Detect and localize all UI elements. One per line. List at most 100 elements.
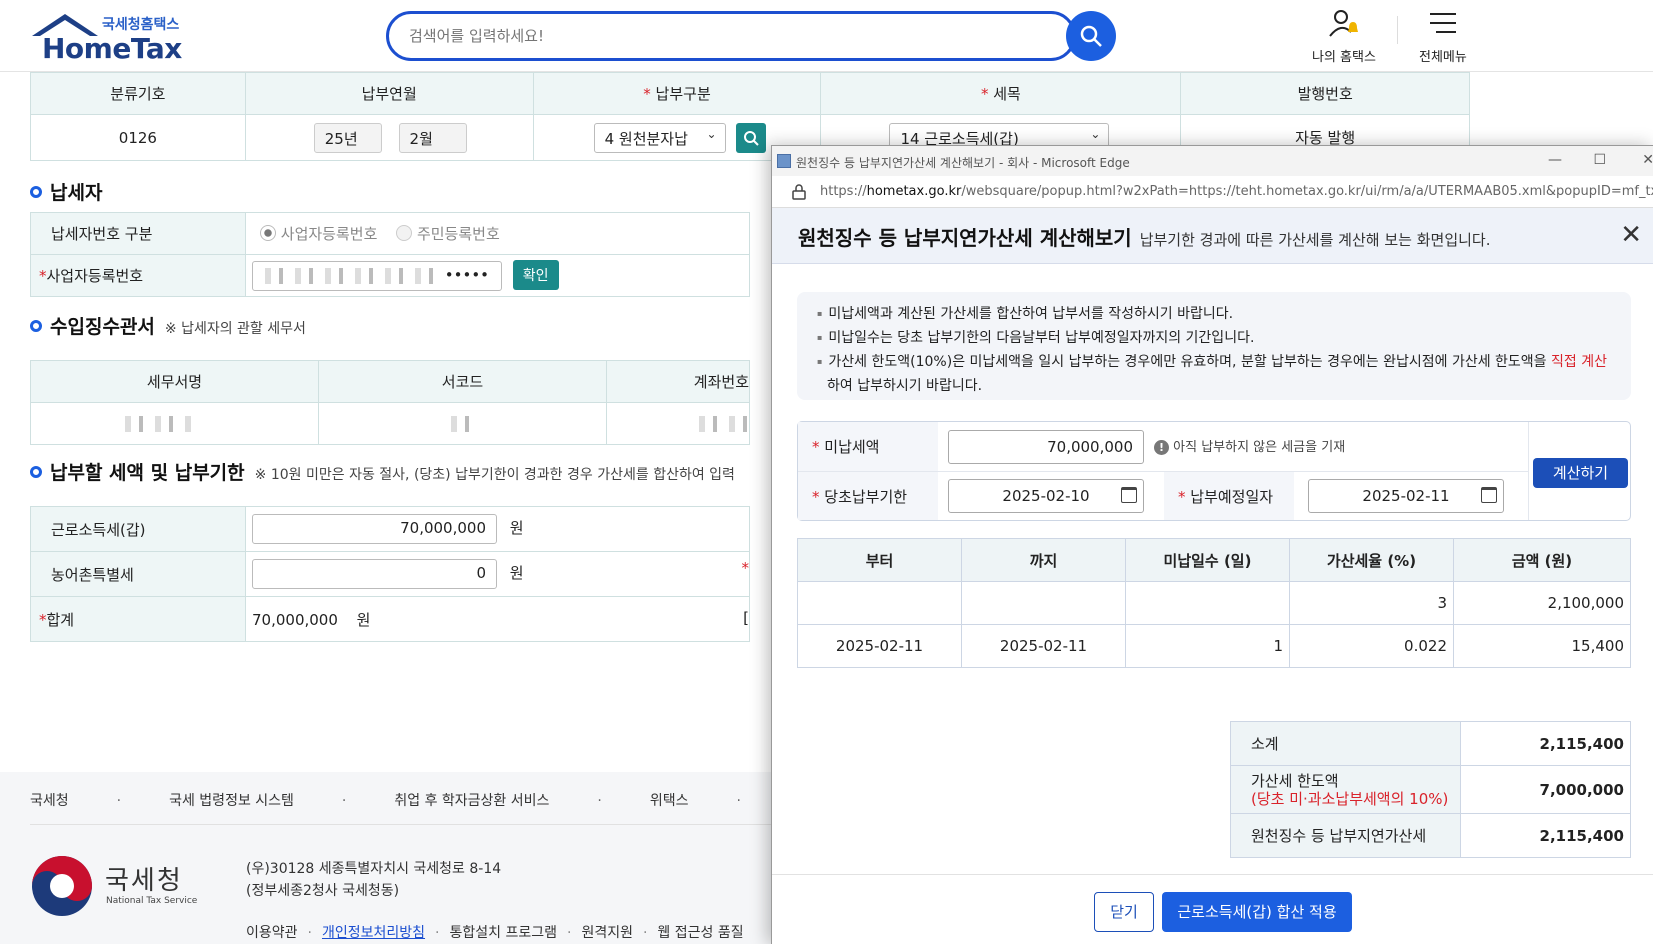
search-icon [1080, 25, 1102, 47]
all-menu-label: 전체메뉴 [1419, 50, 1467, 65]
table-row: 3 2,100,000 [797, 581, 1631, 625]
footer-link-accessibility[interactable]: 웹 접근성 품질 [657, 925, 743, 941]
url-text: https://hometax.go.kr/websquare/popup.ht… [820, 184, 1653, 199]
month-field[interactable]: 2월 [398, 122, 467, 153]
confirm-button[interactable]: 확인 [512, 260, 559, 290]
amount-section-title: 납부할 세액 및 납부기한 ※ 10원 미만은 자동 절사, (당초) 납부기한이… [30, 458, 735, 485]
logo-title: HomeTax [42, 32, 182, 65]
total-cell: 70,000,000 원[ [245, 596, 750, 642]
farm-tax-input[interactable]: 0 [252, 559, 497, 589]
summary-table: 소계 2,115,400 가산세 한도액 (당초 미·과소납부세액의 10%) 7… [1230, 721, 1631, 858]
logo-subtitle: 국세청홈택스 [102, 17, 180, 33]
apply-button[interactable]: 근로소득세(갑) 합산 적용 [1162, 892, 1352, 932]
minimize-icon[interactable]: — [1548, 152, 1562, 168]
unpaid-hint: ! 아직 납부하지 않은 세금을 기재 [1154, 436, 1345, 455]
total-label: *합계 [30, 596, 246, 642]
subtotal-value: 2,115,400 [1460, 721, 1631, 766]
nts-name: 국세청 [105, 866, 183, 896]
radio-resident[interactable]: 주민등록번호 [396, 225, 500, 243]
calculation-form: * 미납세액 70,000,000 ! 아직 납부하지 않은 세금을 기재 * … [797, 421, 1631, 521]
taxpayer-section-title: 납세자 [30, 178, 102, 205]
orig-due-label: * 당초납부기한 [812, 488, 908, 506]
window-close-icon[interactable]: ✕ [1642, 152, 1653, 168]
footer-link-nts[interactable]: 국세청 [30, 793, 69, 809]
limit-value: 7,000,000 [1460, 765, 1631, 814]
office-code-cell [318, 402, 607, 445]
won-unit: 원 [356, 610, 371, 629]
calendar-icon [1121, 487, 1137, 503]
search-input[interactable] [409, 24, 1009, 48]
popup-header: 원천징수 등 납부지연가산세 계산해보기 납부기한 경과에 따른 가산세를 계산해… [772, 208, 1653, 264]
site-header: 국세청홈택스 HomeTax 나의 홈택스 전체메뉴 [0, 0, 1653, 72]
search-icon [744, 130, 760, 146]
header-divider [1397, 16, 1398, 44]
calculate-button[interactable]: 계산하기 [1533, 458, 1628, 488]
user-bell-icon [1329, 10, 1358, 37]
account-no-cell [606, 402, 750, 445]
id-type-label: 납세자번호 구분 [30, 212, 246, 255]
blurred-office-name [125, 416, 195, 432]
bizno-cell: ••••• 확인 [245, 254, 750, 297]
header-amount: 금액 (원) [1453, 538, 1631, 582]
notice-item: 가산세 한도액(10%)은 미납세액을 일시 납부하는 경우에만 유효하며, 분… [817, 350, 1611, 398]
search-button[interactable] [1066, 11, 1116, 61]
footer-link-privacy[interactable]: 개인정보처리방침 [322, 925, 425, 941]
blurred-office-code [450, 416, 475, 432]
window-titlebar[interactable]: 원천징수 등 납부지연가산세 계산해보기 - 회사 - Microsoft Ed… [772, 146, 1653, 176]
taxpayer-table: 납세자번호 구분 사업자등록번호 주민등록번호 *사업자등록번호 ••••• 확… [30, 212, 750, 297]
window-title: 원천징수 등 납부지연가산세 계산해보기 - 회사 - Microsoft Ed… [796, 156, 1130, 170]
pay-type-search-button[interactable] [736, 122, 767, 153]
farm-tax-label: 농어촌특별세 [30, 551, 246, 597]
maximize-icon[interactable]: ☐ [1593, 152, 1606, 168]
hometax-logo[interactable]: 국세청홈택스 HomeTax [30, 12, 190, 65]
nts-address: (우)30128 세종특별자치시 국세청로 8-14 (정부세종2청사 국세청동… [246, 861, 502, 899]
final-penalty-value: 2,115,400 [1460, 813, 1631, 858]
bullet-icon [30, 320, 42, 332]
footer-link-student-loan[interactable]: 취업 후 학자금상환 서비스 [394, 793, 549, 809]
footer-link-install[interactable]: 통합설치 프로그램 [449, 925, 557, 941]
pay-month-cell: 25년 2월 [244, 114, 534, 161]
all-menu-button[interactable]: 전체메뉴 [1419, 8, 1467, 65]
header-days: 미납일수 (일) [1125, 538, 1290, 582]
planned-date-input[interactable]: 2025-02-11 [1308, 479, 1504, 513]
year-field[interactable]: 25년 [313, 122, 382, 153]
subtotal-label: 소계 [1230, 721, 1461, 766]
header-from: 부터 [797, 538, 962, 582]
bullet-icon [30, 186, 42, 198]
my-hometax-label: 나의 홈택스 [1312, 50, 1376, 65]
calendar-icon [1481, 487, 1497, 503]
footer-link-remote[interactable]: 원격지원 [581, 925, 633, 941]
chevron-down-icon: ⌄ [1090, 126, 1101, 141]
my-hometax-button[interactable]: 나의 홈택스 [1312, 8, 1376, 65]
header-to: 까지 [961, 538, 1126, 582]
popup-title: 원천징수 등 납부지연가산세 계산해보기 납부기한 경과에 따른 가산세를 계산해… [798, 226, 1491, 250]
notice-item: 미납일수는 당초 납부기한의 다음날부터 납부예정일자까지의 기간입니다. [817, 326, 1611, 350]
header-tax-item: * 세목 [820, 72, 1182, 115]
address-bar[interactable]: https://hometax.go.kr/websquare/popup.ht… [772, 176, 1653, 208]
close-button[interactable]: 닫기 [1094, 892, 1154, 932]
footer-link-law[interactable]: 국세 법령정보 시스템 [169, 793, 294, 809]
info-icon: ! [1154, 440, 1169, 455]
unpaid-label: * 미납세액 [812, 438, 880, 456]
footer-link-terms[interactable]: 이용약관 [246, 925, 298, 941]
table-row: 2025-02-11 2025-02-11 1 0.022 15,400 [797, 624, 1631, 668]
class-code-value: 0126 [30, 114, 246, 161]
office-section-title: 수입징수관서 ※ 납세자의 관할 세무서 [30, 312, 306, 339]
unpaid-input[interactable]: 70,000,000 [948, 430, 1144, 464]
planned-date-label: * 납부예정일자 [1178, 488, 1274, 506]
radio-business[interactable]: 사업자등록번호 [260, 225, 377, 243]
orig-due-input[interactable]: 2025-02-10 [948, 479, 1144, 513]
header-issue-no: 발행번호 [1180, 72, 1470, 115]
footer-link-wetax[interactable]: 위택스 [650, 793, 689, 809]
office-table: 세무서명 서코드 계좌번호 [30, 360, 750, 445]
search-box[interactable] [386, 11, 1076, 61]
close-icon[interactable]: ✕ [1620, 222, 1642, 248]
pay-type-select[interactable]: 4 원천분자납 ⌄ [593, 122, 726, 153]
footer-bottom-links: 이용약관 · 개인정보처리방침 · 통합설치 프로그램 · 원격지원 · 웹 접근성 품질 [246, 925, 744, 941]
header-rate: 가산세율 (%) [1289, 538, 1454, 582]
labor-tax-input[interactable]: 70,000,000 [252, 514, 497, 544]
footer-links: 국세청·국세 법령정보 시스템·취업 후 학자금상환 서비스·위택스·국민 [30, 790, 815, 810]
bizno-input[interactable]: ••••• [252, 261, 502, 291]
bullet-icon [30, 466, 42, 478]
penalty-calculator-popup: 원천징수 등 납부지연가산세 계산해보기 - 회사 - Microsoft Ed… [771, 145, 1653, 944]
